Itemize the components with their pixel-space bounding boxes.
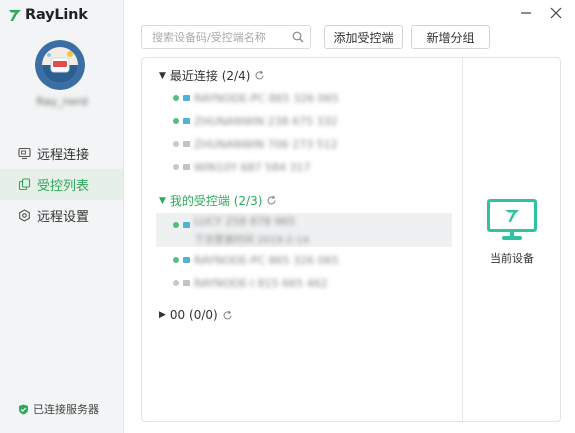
list-item[interactable]: ZHUNANWIN 706 273 512: [156, 133, 452, 155]
sidebar-item-label: 远程设置: [37, 210, 90, 225]
device-name: LUCY 258 878 965: [194, 214, 296, 228]
group-header-my-devices[interactable]: ▼ 我的受控端 (2/3): [159, 192, 277, 209]
offline-status-dot: [173, 164, 179, 170]
list-item-selected[interactable]: LUCY 258 878 965 下次登录时间 2019-2-14: [156, 213, 452, 247]
caret-right-icon: ▶: [159, 310, 166, 320]
refresh-icon[interactable]: [266, 195, 277, 206]
device-type-icon: [183, 118, 190, 124]
monitor-icon: [487, 199, 537, 240]
sidebar: RayLink Ray_nerd 远程连接 受控列表 远程设置 已连接服务器: [0, 0, 124, 433]
add-controlled-button[interactable]: 添加受控端: [324, 25, 403, 49]
minimize-icon: [521, 12, 531, 14]
new-group-button[interactable]: 新增分组: [411, 25, 490, 49]
device-name: RAYNODE-I 815 665 462: [194, 276, 328, 290]
list-item[interactable]: RAYNODE-I 815 665 462: [156, 272, 452, 294]
list-item[interactable]: WIN10Y 687 584 317: [156, 156, 452, 178]
copy-icon: [18, 178, 31, 191]
avatar-image-icon: [35, 40, 85, 90]
group-title: 00 (0/0): [169, 308, 218, 322]
device-type-icon: [183, 257, 190, 263]
sidebar-item-label: 受控列表: [37, 179, 90, 194]
sidebar-item-device-list[interactable]: 受控列表: [0, 169, 123, 200]
offline-status-dot: [173, 141, 179, 147]
search-input[interactable]: [142, 26, 282, 48]
group-title: 最近连接 (2/4): [169, 69, 251, 83]
shield-check-icon: [19, 404, 28, 414]
group-header-recent[interactable]: ▼ 最近连接 (2/4): [159, 67, 265, 84]
monitor-icon: [18, 147, 31, 160]
current-device: 当前设备: [482, 198, 542, 266]
online-status-dot: [173, 95, 179, 101]
device-type-icon: [183, 222, 190, 228]
minimize-button[interactable]: [517, 4, 535, 22]
device-name: RAYNODE-PC 865 326 065: [194, 253, 339, 267]
panel-divider: [462, 58, 463, 421]
group-title: 我的受控端 (2/3): [169, 194, 263, 208]
search-box: [141, 25, 311, 49]
raylink-logo-icon: [9, 10, 21, 21]
avatar[interactable]: [35, 40, 85, 90]
sidebar-item-remote-connect[interactable]: 远程连接: [0, 138, 123, 169]
app-logo: RayLink: [8, 7, 88, 23]
app-name: RayLink: [25, 7, 88, 23]
device-name: WIN10Y 687 584 317: [194, 160, 311, 174]
device-name: RAYNODE-PC 865 326 065: [194, 91, 339, 105]
caret-down-icon: ▼: [159, 70, 166, 81]
device-type-icon: [183, 141, 190, 147]
list-item[interactable]: RAYNODE-PC 865 326 065: [156, 249, 452, 271]
device-type-icon: [183, 95, 190, 101]
group-header-00[interactable]: ▶ 00 (0/0): [159, 308, 233, 322]
sidebar-item-remote-settings[interactable]: 远程设置: [0, 200, 123, 231]
gear-icon: [19, 209, 30, 222]
device-type-icon: [183, 280, 190, 286]
sidebar-nav: 远程连接 受控列表 远程设置: [0, 138, 123, 231]
refresh-icon[interactable]: [254, 70, 265, 81]
current-device-label: 当前设备: [490, 252, 534, 265]
search-icon[interactable]: [292, 31, 304, 43]
online-status-dot: [173, 222, 179, 228]
online-status-dot: [173, 257, 179, 263]
close-icon: [550, 7, 562, 19]
server-status-label: 已连接服务器: [33, 403, 99, 416]
sidebar-item-label: 远程连接: [37, 148, 90, 163]
server-status: 已连接服务器: [18, 401, 99, 417]
list-item[interactable]: ZHUNANWIN 238 675 332: [156, 110, 452, 132]
caret-down-icon: ▼: [159, 195, 166, 206]
offline-status-dot: [173, 280, 179, 286]
device-subtitle: 下次登录时间 2019-2-14: [194, 234, 309, 246]
device-list-panel: ▼ 最近连接 (2/4) RAYNODE-PC 865 326 065 ZHUN…: [141, 57, 561, 422]
username: Ray_nerd: [36, 95, 88, 108]
refresh-icon[interactable]: [222, 310, 233, 321]
list-item[interactable]: RAYNODE-PC 865 326 065: [156, 87, 452, 109]
device-name: ZHUNANWIN 238 675 332: [194, 114, 338, 128]
device-name: ZHUNANWIN 706 273 512: [194, 137, 338, 151]
online-status-dot: [173, 118, 179, 124]
close-button[interactable]: [547, 4, 565, 22]
device-type-icon: [183, 164, 190, 170]
